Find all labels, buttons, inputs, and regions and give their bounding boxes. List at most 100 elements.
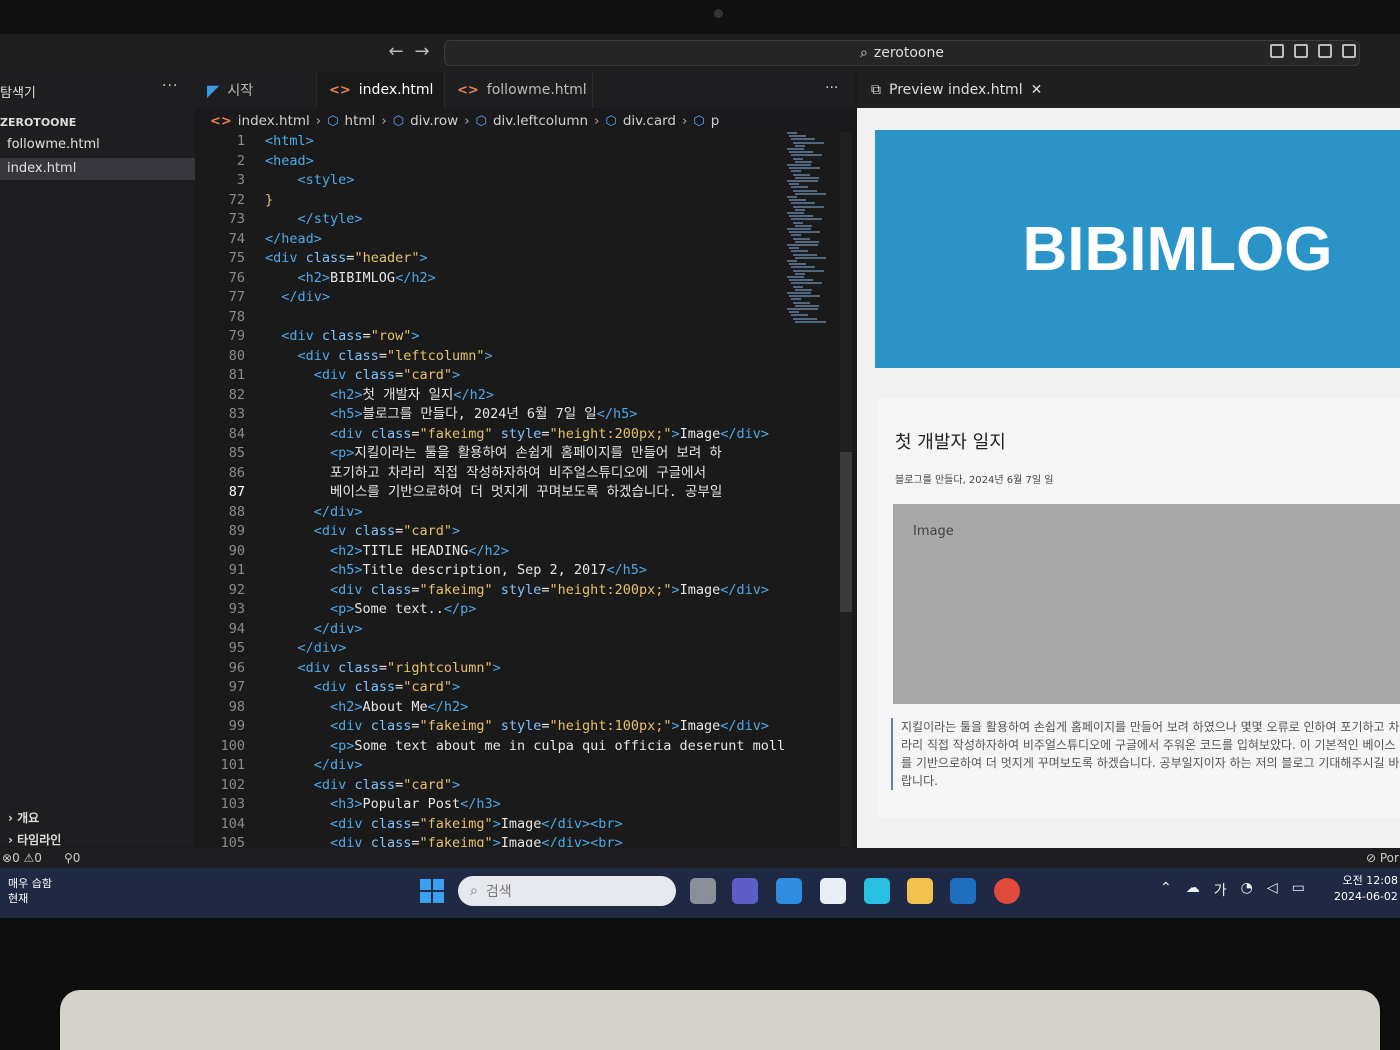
- code-line[interactable]: 104 <div class="fakeimg">Image</div><br>: [195, 815, 855, 835]
- outline-section[interactable]: › 개요: [8, 809, 39, 826]
- minimap-line: [791, 138, 815, 141]
- back-arrow-icon[interactable]: ←: [385, 41, 407, 63]
- weather-widget[interactable]: 매우 습함 현재: [8, 876, 52, 906]
- file-explorer-icon[interactable]: [907, 878, 933, 904]
- command-center-search[interactable]: ⌕ zerotoone: [444, 40, 1360, 66]
- minimap[interactable]: [785, 132, 840, 332]
- tab-index-html[interactable]: <> index.html: [317, 72, 445, 108]
- tab-followme-html[interactable]: <> followme.html: [445, 72, 593, 108]
- code-line[interactable]: 86 포기하고 차라리 직접 작성하자하여 비주얼스튜디오에 구글에서: [195, 464, 855, 484]
- tab-preview[interactable]: ⧉ Preview index.html ✕: [857, 72, 1400, 108]
- vscode-taskbar-icon[interactable]: [950, 878, 976, 904]
- customize-layout-icon[interactable]: [1342, 44, 1356, 58]
- teams-icon[interactable]: [732, 878, 758, 904]
- element-icon: ⬡: [327, 113, 339, 129]
- code-line[interactable]: 75 <div class="header">: [195, 249, 855, 269]
- cloud-icon[interactable]: ☁: [1186, 880, 1200, 900]
- code-line[interactable]: 80 <div class="leftcolumn">: [195, 347, 855, 367]
- code-line[interactable]: 97 <div class="card">: [195, 678, 855, 698]
- code-line[interactable]: 72}: [195, 191, 855, 211]
- breadcrumb-item[interactable]: p: [711, 113, 720, 129]
- code-line[interactable]: 81 <div class="card">: [195, 366, 855, 386]
- editor-scrollbar[interactable]: [840, 132, 852, 847]
- card-title: 첫 개발자 일지: [895, 432, 1006, 453]
- breadcrumb-item[interactable]: div.row: [410, 113, 458, 129]
- workspace-folder[interactable]: ZEROTOONE: [0, 116, 76, 129]
- code-line[interactable]: 84 <div class="fakeimg" style="height:20…: [195, 425, 855, 445]
- ports-count: 0: [72, 851, 81, 865]
- code-line[interactable]: 85 <p>지킬이라는 툴을 활용하여 손쉽게 홈페이지를 만들어 보려 하: [195, 444, 855, 464]
- line-number: 93: [228, 601, 245, 617]
- notepad-icon[interactable]: [864, 878, 890, 904]
- problems-indicator[interactable]: ⊗0 ⚠0: [2, 851, 42, 865]
- ports-indicator[interactable]: ⚲0: [64, 851, 80, 865]
- code-editor[interactable]: 1 <html> 2 <head> 3 <style> 72} 73 </style> 74 <…: [195, 132, 855, 847]
- toggle-sidebar-icon[interactable]: [1270, 44, 1284, 58]
- code-line[interactable]: 102 <div class="card">: [195, 776, 855, 796]
- code-line[interactable]: 94 </div>: [195, 620, 855, 640]
- code-line[interactable]: 2 <head>: [195, 152, 855, 172]
- code-line[interactable]: 93 <p>Some text..</p>: [195, 600, 855, 620]
- code-line[interactable]: 3 <style>: [195, 171, 855, 191]
- file-item-index[interactable]: index.html: [0, 158, 195, 180]
- code-line[interactable]: 87 베이스를 기반으로하여 더 멋지게 꾸며보도록 하겠습니다. 공부일: [195, 483, 855, 503]
- code-line[interactable]: 1 <html>: [195, 132, 855, 152]
- code-line[interactable]: 96 <div class="rightcolumn">: [195, 659, 855, 679]
- minimap-line: [787, 132, 797, 134]
- code-line[interactable]: 74 </head>: [195, 230, 855, 250]
- task-view-icon[interactable]: [690, 878, 716, 904]
- minimap-line: [791, 186, 808, 189]
- laptop-hinge: [60, 990, 1380, 1050]
- toggle-panel-icon[interactable]: [1294, 44, 1308, 58]
- chrome-icon[interactable]: [994, 878, 1020, 904]
- store-icon[interactable]: [820, 878, 846, 904]
- code-line[interactable]: 99 <div class="fakeimg" style="height:10…: [195, 717, 855, 737]
- code-line[interactable]: 78: [195, 308, 855, 328]
- breadcrumb-item[interactable]: index.html: [238, 113, 310, 129]
- ime-indicator[interactable]: 가: [1214, 880, 1227, 900]
- code-line[interactable]: 92 <div class="fakeimg" style="height:20…: [195, 581, 855, 601]
- code-line[interactable]: 83 <h5>블로그를 만들다, 2024년 6월 7일 일</h5>: [195, 405, 855, 425]
- code-line[interactable]: 89 <div class="card">: [195, 522, 855, 542]
- windows-start-icon[interactable]: [420, 879, 444, 903]
- close-icon[interactable]: ✕: [1031, 82, 1043, 98]
- code-line[interactable]: 103 <h3>Popular Post</h3>: [195, 795, 855, 815]
- code-line[interactable]: 77 </div>: [195, 288, 855, 308]
- port-status[interactable]: ⊘ Por: [1366, 851, 1399, 865]
- code-line[interactable]: 95 </div>: [195, 639, 855, 659]
- code-line[interactable]: 98 <h2>About Me</h2>: [195, 698, 855, 718]
- wifi-icon[interactable]: ◔: [1241, 880, 1253, 900]
- code-line[interactable]: 82 <h2>첫 개발자 일지</h2>: [195, 386, 855, 406]
- code-line[interactable]: 101 </div>: [195, 756, 855, 776]
- timeline-section[interactable]: › 타임라인: [8, 831, 61, 848]
- code-line[interactable]: 91 <h5>Title description, Sep 2, 2017</h…: [195, 561, 855, 581]
- code-line[interactable]: 100 <p>Some text about me in culpa qui o…: [195, 737, 855, 757]
- line-number: 83: [228, 406, 245, 422]
- breadcrumb-item[interactable]: div.leftcolumn: [493, 113, 588, 129]
- taskbar-search[interactable]: ⌕ 검색: [458, 876, 676, 906]
- outline-label: 개요: [17, 811, 40, 825]
- code-text: <p>Some text..</p>: [330, 601, 477, 617]
- code-line[interactable]: 105 <div class="fakeimg">Image</div><br>: [195, 834, 855, 847]
- system-clock[interactable]: 오전 12:08 2024-06-02: [1334, 873, 1398, 905]
- code-line[interactable]: 79 <div class="row">: [195, 327, 855, 347]
- editor-more-actions-icon[interactable]: ···: [825, 80, 838, 96]
- scroll-thumb[interactable]: [840, 452, 852, 612]
- editor-tabs: ◤ 시작 <> index.html <> followme.html: [195, 72, 855, 108]
- minimap-line: [793, 253, 817, 256]
- forward-arrow-icon[interactable]: →: [411, 41, 433, 63]
- battery-icon[interactable]: ▭: [1292, 880, 1305, 900]
- mail-icon[interactable]: [776, 878, 802, 904]
- chevron-up-icon[interactable]: ⌃: [1160, 880, 1172, 900]
- code-line[interactable]: 88 </div>: [195, 503, 855, 523]
- code-line[interactable]: 73 </style>: [195, 210, 855, 230]
- code-line[interactable]: 90 <h2>TITLE HEADING</h2>: [195, 542, 855, 562]
- code-line[interactable]: 76 <h2>BIBIMLOG</h2>: [195, 269, 855, 289]
- tab-welcome[interactable]: ◤ 시작: [195, 72, 317, 108]
- more-actions-icon[interactable]: ···: [162, 78, 178, 94]
- toggle-secondary-sidebar-icon[interactable]: [1318, 44, 1332, 58]
- volume-icon[interactable]: ◁: [1267, 880, 1278, 900]
- file-item-followme[interactable]: followme.html: [0, 134, 195, 156]
- breadcrumb-item[interactable]: html: [345, 113, 376, 129]
- breadcrumb-item[interactable]: div.card: [623, 113, 676, 129]
